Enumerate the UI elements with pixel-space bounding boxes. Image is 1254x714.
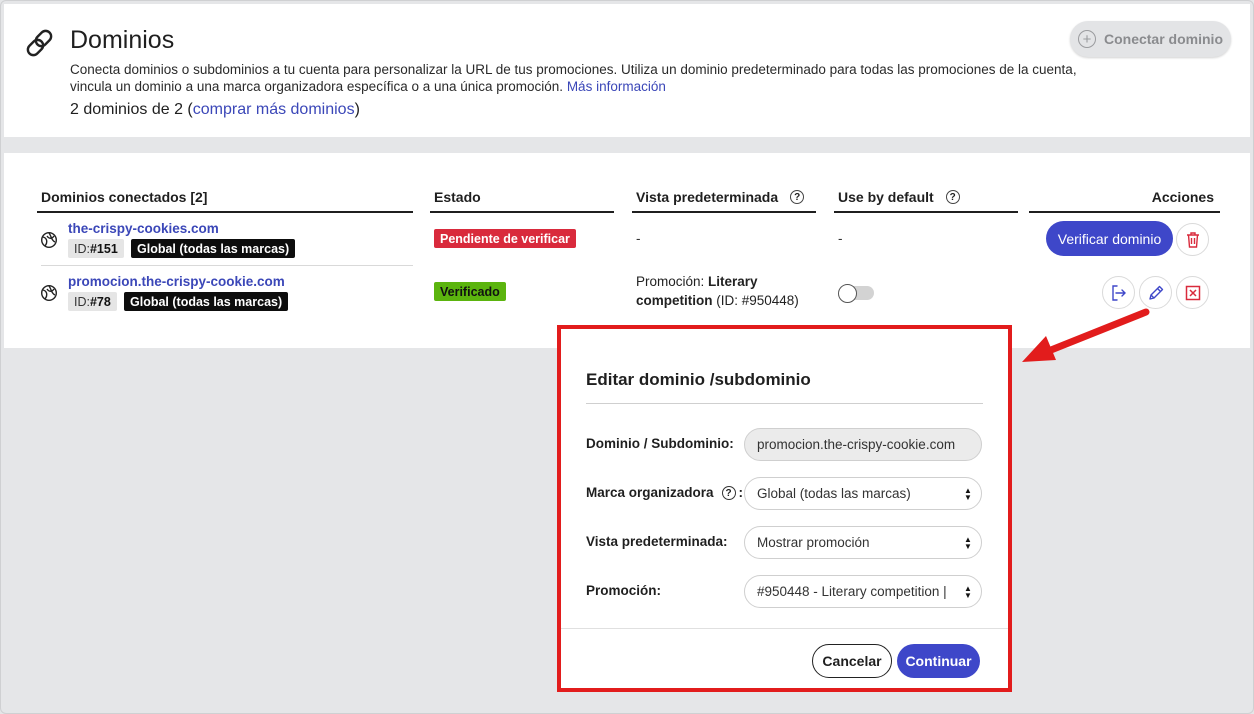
domain-counter: 2 dominios de 2 (comprar más dominios) bbox=[70, 101, 360, 119]
sign-in-icon bbox=[1111, 284, 1126, 301]
modal-footer-divider bbox=[561, 628, 1008, 629]
brand-badge: Global (todas las marcas) bbox=[131, 239, 296, 258]
default-view-select[interactable]: Mostrar promoción ▲ ▼ bbox=[744, 526, 982, 559]
default-view-prefix: Promoción: bbox=[636, 274, 709, 289]
promotion-select-value: #950448 - Literary competition | bbox=[757, 584, 947, 599]
buy-more-domains-link[interactable]: comprar más dominios bbox=[193, 101, 355, 118]
select-arrows-icon: ▲ ▼ bbox=[964, 486, 972, 502]
column-header-actions: Acciones bbox=[1029, 189, 1220, 213]
column-header-use-default: Use by default ? bbox=[834, 189, 1018, 213]
domain-link[interactable]: promocion.the-crispy-cookie.com bbox=[68, 274, 285, 289]
domain-link[interactable]: the-crispy-cookies.com bbox=[68, 221, 219, 236]
plus-circle-icon: + bbox=[1077, 30, 1096, 48]
brand-select-value: Global (todas las marcas) bbox=[757, 486, 911, 501]
promotion-id: (ID: #950448) bbox=[712, 293, 799, 308]
domain-field: promocion.the-crispy-cookie.com bbox=[744, 428, 982, 461]
id-badge: ID: #78 bbox=[68, 292, 117, 311]
brand-field-label: Marca organizadora ? : bbox=[586, 485, 743, 500]
trash-icon bbox=[1186, 231, 1199, 248]
promotion-field-label: Promoción: bbox=[586, 583, 662, 598]
brand-field-colon: : bbox=[738, 485, 744, 500]
counter-suffix: ) bbox=[354, 101, 360, 118]
globe-icon bbox=[40, 284, 58, 302]
help-icon[interactable]: ? bbox=[790, 190, 805, 204]
column-header-domains: Dominios conectados [2] bbox=[37, 189, 413, 213]
use-default-toggle[interactable] bbox=[838, 284, 874, 303]
id-value: #78 bbox=[89, 294, 111, 309]
page-description: Conecta dominios o subdominios a tu cuen… bbox=[70, 61, 1080, 95]
brand-field-label-text: Marca organizadora bbox=[586, 485, 714, 500]
status-badge: Verificado bbox=[434, 282, 506, 301]
delete-domain-button[interactable] bbox=[1176, 223, 1209, 256]
close-box-icon bbox=[1185, 285, 1200, 300]
connect-domain-button[interactable]: + Conectar dominio bbox=[1070, 21, 1231, 57]
page-title: Dominios bbox=[70, 26, 175, 54]
promotion-select[interactable]: #950448 - Literary competition | ▲ ▼ bbox=[744, 575, 982, 608]
modal-title: Editar dominio /subdominio bbox=[586, 370, 811, 389]
brand-badge: Global (todas las marcas) bbox=[124, 292, 289, 311]
column-header-default-view: Vista predeterminada ? bbox=[632, 189, 816, 213]
view-field-label: Vista predeterminada: bbox=[586, 534, 728, 549]
column-header-domains-label: Dominios conectados [2] bbox=[41, 189, 208, 205]
header-panel: Dominios Conecta dominios o subdominios … bbox=[4, 4, 1250, 137]
default-view-value: Promoción: Literary competition (ID: #95… bbox=[636, 272, 799, 310]
select-arrows-icon: ▲ ▼ bbox=[964, 584, 972, 600]
promotion-name-line2: competition bbox=[636, 293, 713, 308]
connect-domain-label: Conectar dominio bbox=[1103, 31, 1223, 47]
remove-domain-button[interactable] bbox=[1176, 276, 1209, 309]
column-header-status: Estado bbox=[430, 189, 614, 213]
continue-button[interactable]: Continuar bbox=[897, 644, 980, 678]
modal-divider bbox=[586, 403, 983, 404]
pencil-icon bbox=[1148, 285, 1163, 300]
edit-domain-modal: Editar dominio /subdominio Dominio / Sub… bbox=[557, 325, 1012, 692]
promotion-name-line1: Literary bbox=[708, 274, 758, 289]
help-icon[interactable]: ? bbox=[945, 190, 960, 204]
column-header-status-label: Estado bbox=[434, 189, 481, 205]
domain-field-label: Dominio / Subdominio: bbox=[586, 436, 734, 451]
id-badge: ID: #151 bbox=[68, 239, 124, 258]
link-icon bbox=[26, 29, 53, 57]
use-default-value: - bbox=[838, 231, 843, 246]
default-view-value: - bbox=[636, 231, 641, 246]
annotation-arrow-icon bbox=[1022, 308, 1150, 362]
column-header-default-view-label: Vista predeterminada bbox=[636, 189, 779, 205]
more-info-link[interactable]: Más información bbox=[567, 79, 666, 94]
globe-icon bbox=[40, 231, 58, 249]
id-prefix: ID: bbox=[74, 241, 90, 256]
column-header-use-default-label: Use by default bbox=[838, 189, 934, 205]
brand-select[interactable]: Global (todas las marcas) ▲ ▼ bbox=[744, 477, 982, 510]
default-view-select-value: Mostrar promoción bbox=[757, 535, 870, 550]
row-divider bbox=[41, 265, 413, 266]
id-prefix: ID: bbox=[74, 294, 90, 309]
cancel-button[interactable]: Cancelar bbox=[812, 644, 892, 678]
counter-prefix: 2 dominios de 2 ( bbox=[70, 101, 193, 118]
select-arrows-icon: ▲ ▼ bbox=[964, 535, 972, 551]
verify-domain-button[interactable]: Verificar dominio bbox=[1046, 221, 1173, 256]
id-value: #151 bbox=[89, 241, 118, 256]
status-badge: Pendiente de verificar bbox=[434, 229, 576, 248]
column-header-actions-label: Acciones bbox=[1151, 189, 1214, 205]
help-icon[interactable]: ? bbox=[721, 486, 736, 500]
